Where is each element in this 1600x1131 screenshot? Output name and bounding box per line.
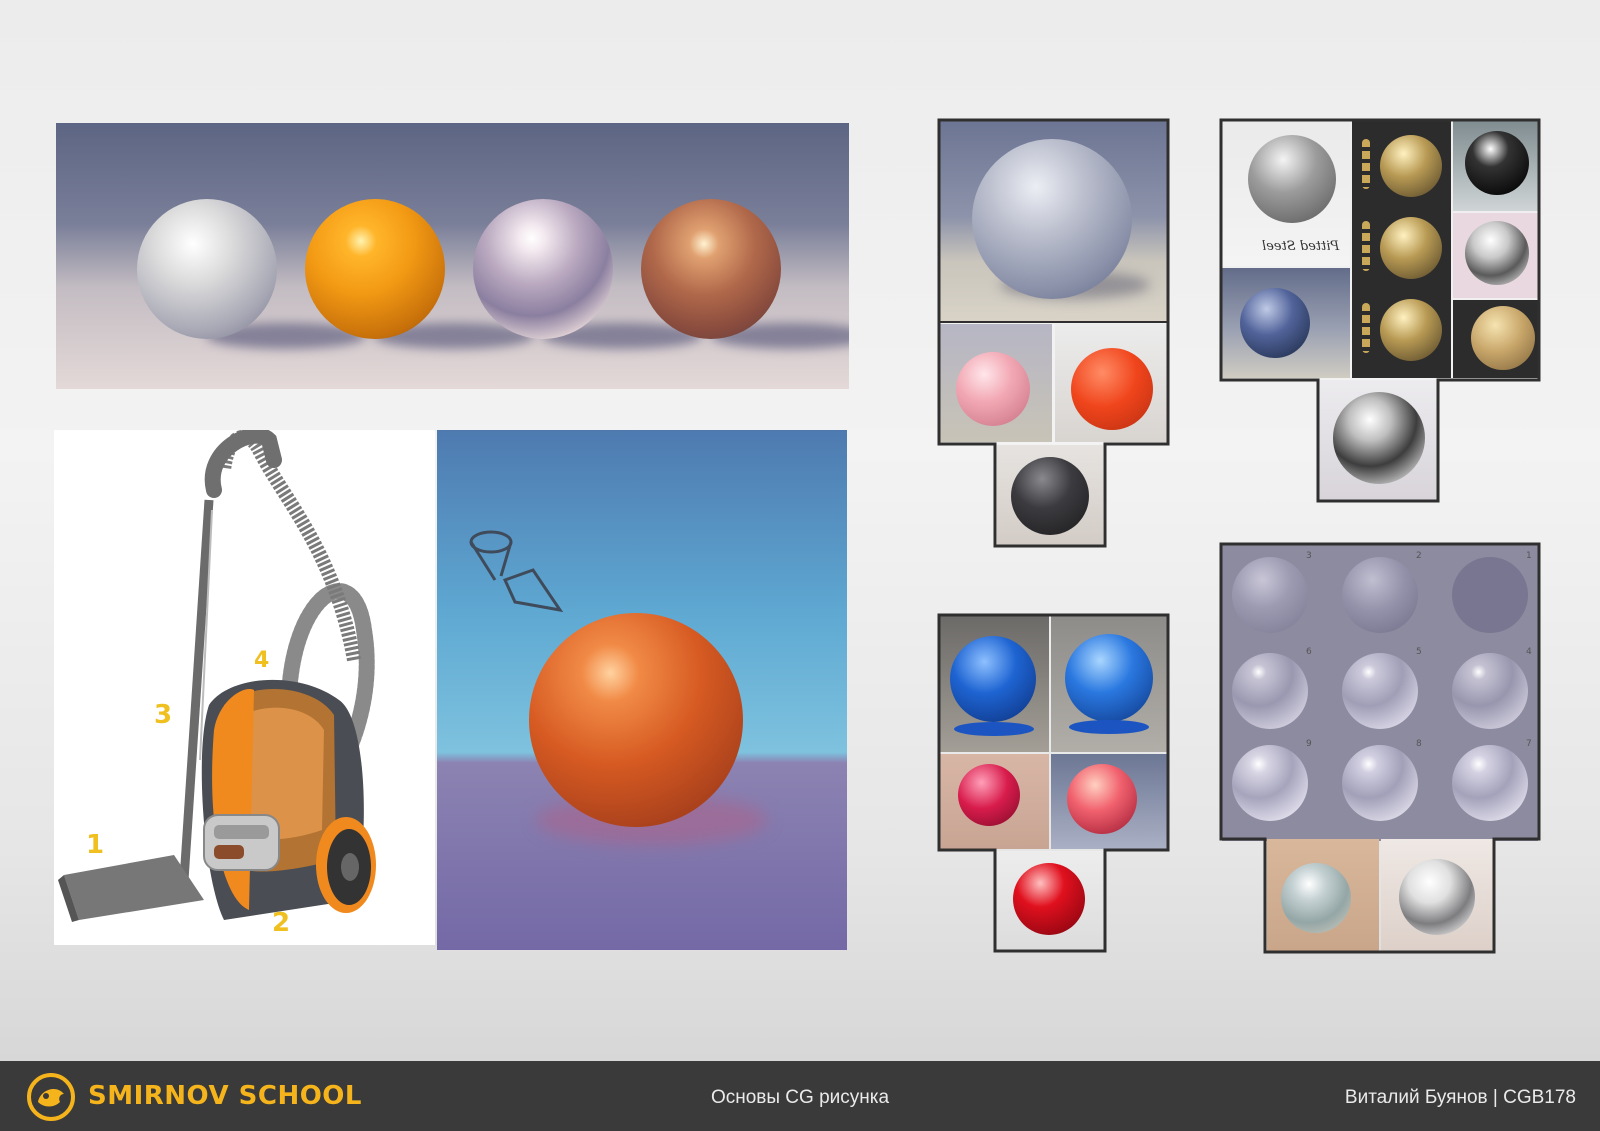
matte-white-sphere — [137, 199, 277, 339]
pink-sphere-cell — [940, 324, 1052, 442]
gold-sphere-1 — [1380, 135, 1442, 197]
magenta-sphere-cell — [940, 754, 1049, 849]
glass-sphere-9 — [1452, 745, 1528, 821]
blue-sphere-cell — [1222, 268, 1350, 378]
glossy-orange-sphere — [305, 199, 445, 339]
crystal-ball — [1399, 859, 1475, 935]
mirror-sphere-cell — [1453, 213, 1538, 298]
salmon-sphere — [1067, 764, 1137, 834]
chrome-sphere-cell — [1319, 380, 1437, 500]
black-chrome-cell — [1453, 121, 1538, 211]
metals-reference-board: Pitted Steel — [1219, 118, 1541, 503]
chrome-sphere-large — [1333, 392, 1425, 484]
red-orange-sphere — [1071, 348, 1153, 430]
blue-robot-sphere — [950, 636, 1036, 722]
four-spheres-panel — [56, 123, 849, 389]
gold-sphere-3 — [1380, 299, 1442, 361]
blue-robot-sphere — [1065, 634, 1153, 722]
vacuum-cleaner-panel: 1 2 3 4 — [54, 430, 435, 945]
glass-ball-warm — [1281, 863, 1351, 933]
sphere-study-1 — [1232, 557, 1308, 633]
cone-light-direction-icon — [469, 530, 564, 613]
glass-spheres-study-board: 3 2 1 6 5 4 9 8 7 — [1219, 542, 1541, 954]
red-glossy-sphere-cell — [997, 851, 1103, 951]
blue-robot-cell-2 — [1051, 616, 1167, 752]
study-number: 6 — [1306, 647, 1312, 657]
glass-sphere-5 — [1342, 653, 1418, 729]
red-glossy-sphere — [1013, 863, 1085, 935]
vacuum-cleaner-illustration — [58, 430, 376, 922]
copper-sphere — [641, 199, 781, 339]
glass-sphere-8 — [1342, 745, 1418, 821]
glass-ball-warm-cell — [1267, 839, 1379, 951]
blue-robot-reference-board — [937, 613, 1170, 953]
black-chrome-sphere — [1465, 131, 1529, 195]
black-sphere — [1011, 457, 1089, 535]
study-number: 4 — [1526, 647, 1532, 657]
blue-robot-base — [954, 722, 1034, 736]
gold-matte-sphere — [1471, 306, 1535, 370]
annotation-3: 3 — [154, 700, 173, 730]
color-swatch-dots — [1362, 221, 1370, 271]
orange-sphere-study-panel — [437, 430, 847, 950]
annotation-4: 4 — [254, 648, 270, 673]
grey-sphere-reference-board — [937, 118, 1170, 548]
footer-bar: SMIRNOV SCHOOL Основы CG рисунка Виталий… — [0, 1061, 1600, 1131]
glass-sphere-7 — [1232, 745, 1308, 821]
red-orange-sphere-cell — [1055, 324, 1167, 442]
author-credit: Виталий Буянов | CGB178 — [1344, 1087, 1576, 1108]
glass-study-grid: 3 2 1 6 5 4 9 8 7 — [1222, 545, 1538, 841]
blue-sphere — [1240, 288, 1310, 358]
study-number: 9 — [1306, 739, 1312, 749]
crystal-ball-cell — [1381, 839, 1493, 951]
blue-robot-cell-1 — [940, 616, 1049, 752]
glass-sphere-4 — [1232, 653, 1308, 729]
grey-matte-sphere — [972, 139, 1132, 299]
salmon-sphere-cell — [1051, 754, 1167, 849]
study-number: 1 — [1526, 551, 1532, 561]
annotation-2: 2 — [272, 908, 291, 938]
glass-sphere-6 — [1452, 653, 1528, 729]
study-number: 2 — [1416, 551, 1422, 561]
grey-sphere-cell — [940, 121, 1167, 321]
color-swatch-dots — [1362, 303, 1370, 353]
sphere-study-3 — [1452, 557, 1528, 633]
mirror-sphere — [1465, 221, 1529, 285]
study-number: 7 — [1526, 739, 1532, 749]
color-swatch-dots — [1362, 139, 1370, 189]
study-number: 8 — [1416, 739, 1422, 749]
brushed-steel-cell: Pitted Steel — [1222, 121, 1350, 266]
pink-sphere — [956, 352, 1030, 426]
annotation-1: 1 — [86, 830, 105, 860]
brushed-steel-sphere — [1248, 135, 1336, 223]
chrome-sphere — [473, 199, 613, 339]
study-number: 5 — [1416, 647, 1422, 657]
orange-sphere — [529, 613, 743, 827]
blue-robot-base — [1069, 720, 1149, 734]
signature: Pitted Steel — [1262, 239, 1340, 254]
gold-sphere-2 — [1380, 217, 1442, 279]
gold-swatches-cell — [1352, 121, 1451, 378]
sphere-study-2 — [1342, 557, 1418, 633]
study-number: 3 — [1306, 551, 1312, 561]
gold-matte-cell — [1453, 300, 1538, 378]
magenta-sphere — [958, 764, 1020, 826]
black-sphere-cell — [997, 445, 1103, 545]
